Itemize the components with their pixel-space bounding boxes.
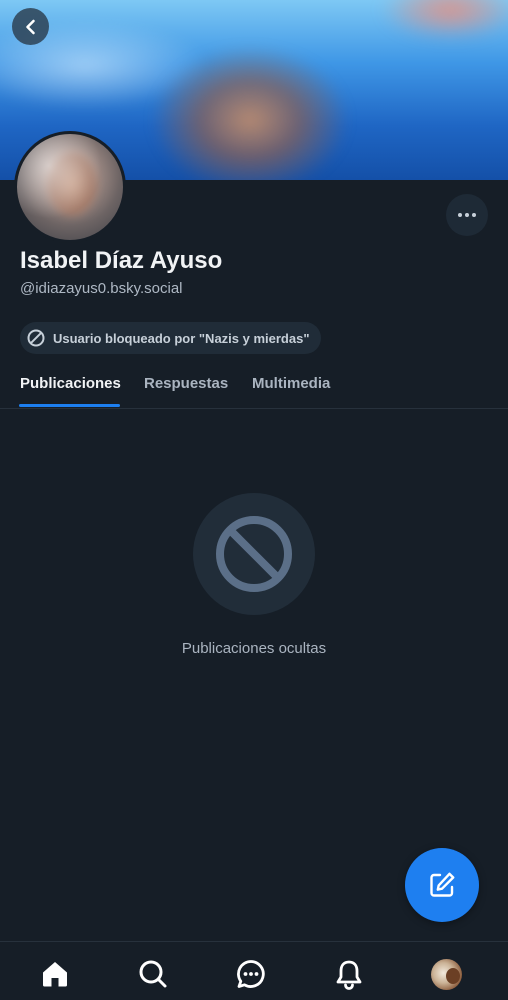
nav-home[interactable] xyxy=(37,956,73,992)
banner-blur-figure xyxy=(150,45,350,180)
more-horizontal-icon xyxy=(458,213,476,217)
profile-screen: Isabel Díaz Ayuso @idiazayus0.bsky.socia… xyxy=(0,0,508,1000)
block-icon xyxy=(216,516,292,592)
bottom-navigation xyxy=(0,941,508,1000)
tab-publicaciones[interactable]: Publicaciones xyxy=(20,360,121,407)
tab-multimedia[interactable]: Multimedia xyxy=(252,360,330,407)
profile-tabs: Publicaciones Respuestas Multimedia xyxy=(0,360,508,409)
empty-state-text: Publicaciones ocultas xyxy=(181,640,327,657)
nav-search[interactable] xyxy=(135,956,171,992)
blocked-status-label: Usuario bloqueado por "Nazis y mierdas" xyxy=(53,330,310,346)
blocked-status-badge[interactable]: Usuario bloqueado por "Nazis y mierdas" xyxy=(20,322,321,354)
nav-profile[interactable] xyxy=(428,956,464,992)
profile-avatar-icon xyxy=(430,958,462,990)
banner-blur-accent xyxy=(380,0,508,40)
empty-state-icon-circle xyxy=(193,493,315,615)
bell-icon xyxy=(336,960,362,990)
nav-notifications[interactable] xyxy=(331,956,367,992)
block-icon xyxy=(27,329,45,347)
avatar-spot xyxy=(445,967,460,984)
chevron-left-icon xyxy=(25,19,35,34)
search-icon xyxy=(139,960,167,988)
back-button[interactable] xyxy=(12,8,49,45)
nav-chat[interactable] xyxy=(233,956,269,992)
chat-icon xyxy=(237,960,265,988)
more-options-button[interactable] xyxy=(446,194,488,236)
profile-handle: @idiazayus0.bsky.social xyxy=(20,280,183,297)
home-icon xyxy=(43,962,67,987)
avatar-highlight xyxy=(17,134,123,240)
compose-icon xyxy=(430,872,455,897)
profile-name: Isabel Díaz Ayuso xyxy=(20,247,223,274)
tab-respuestas[interactable]: Respuestas xyxy=(144,360,228,407)
profile-avatar[interactable] xyxy=(14,131,126,243)
compose-button[interactable] xyxy=(405,848,479,922)
active-tab-indicator xyxy=(19,404,120,407)
